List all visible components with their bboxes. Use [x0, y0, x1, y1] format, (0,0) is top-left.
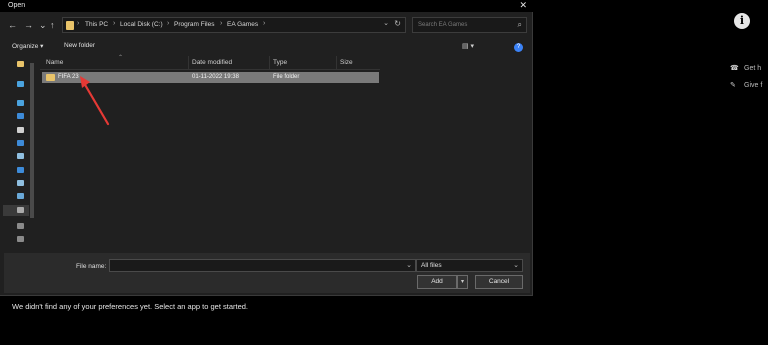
refresh-icon[interactable]: ↻: [394, 19, 401, 28]
file-name-input[interactable]: ⌄: [109, 259, 416, 272]
file-list: Name ⌃ Date modified Type Size FIFA 23 0…: [40, 55, 380, 252]
side-link-label: Give f: [744, 82, 763, 89]
file-row-fifa-23[interactable]: FIFA 23 01-11-2022 19:38 File folder: [42, 72, 379, 83]
network-drive-icon[interactable]: [17, 223, 24, 229]
file-type-dropdown-icon[interactable]: ⌄: [513, 261, 519, 269]
onedrive-icon[interactable]: [17, 81, 24, 87]
drive-icon[interactable]: [17, 193, 24, 199]
local-disk-icon[interactable]: [17, 207, 24, 213]
organize-menu[interactable]: Organize ▾: [12, 42, 43, 50]
column-type[interactable]: Type: [273, 59, 287, 66]
folder-icon: [46, 74, 55, 81]
this-pc-icon[interactable]: [17, 100, 24, 106]
column-name[interactable]: Name: [46, 59, 63, 66]
column-divider[interactable]: [336, 56, 337, 70]
feedback-icon: ✎: [730, 82, 736, 89]
help-icon[interactable]: ?: [514, 43, 523, 52]
dialog-title: Open: [8, 2, 26, 9]
breadcrumb-separator: ›: [220, 20, 223, 27]
file-name-dropdown-icon[interactable]: ⌄: [406, 261, 412, 269]
quick-access-icon[interactable]: [17, 61, 24, 67]
column-date-modified[interactable]: Date modified: [192, 59, 232, 66]
command-toolbar: Organize ▾ New folder ▤ ▾ ?: [0, 40, 533, 54]
recent-locations-chevron-icon[interactable]: ⌄: [39, 20, 47, 31]
pictures-icon[interactable]: [17, 167, 24, 173]
address-bar[interactable]: › This PC › Local Disk (C:) › Program Fi…: [62, 17, 406, 33]
documents-icon[interactable]: [17, 127, 24, 133]
folder-icon: [66, 21, 74, 30]
help-icon: ☎: [730, 65, 739, 72]
up-arrow-icon[interactable]: ↑: [50, 20, 55, 30]
breadcrumb-program-files[interactable]: Program Files: [174, 21, 214, 28]
sort-chevron-icon: ⌃: [118, 55, 124, 61]
file-type-value: All files: [421, 262, 442, 269]
breadcrumb-separator: ›: [263, 20, 266, 27]
file-name: FIFA 23: [58, 74, 79, 80]
column-header-row: Name ⌃ Date modified Type Size: [40, 55, 380, 70]
back-arrow-icon[interactable]: ←: [8, 20, 17, 30]
breadcrumb-separator: ›: [113, 20, 116, 27]
search-box[interactable]: Search EA Games ⌕: [412, 17, 527, 33]
dialog-footer: File name: ⌄ All files ⌄ Add ▾ Cancel: [4, 253, 530, 293]
music-icon[interactable]: [17, 153, 24, 159]
side-link-give-feedback[interactable]: ✎ Give f: [730, 81, 762, 89]
navigation-pane: [3, 55, 35, 253]
file-date-modified: 01-11-2022 19:38: [192, 74, 239, 80]
add-split-dropdown-icon[interactable]: ▾: [457, 275, 468, 289]
info-icon[interactable]: i: [734, 13, 750, 29]
downloads-icon[interactable]: [17, 140, 24, 146]
videos-icon[interactable]: [17, 180, 24, 186]
cancel-button[interactable]: Cancel: [475, 275, 523, 289]
column-size[interactable]: Size: [340, 59, 353, 66]
address-dropdown-icon[interactable]: ⌄: [383, 19, 389, 27]
add-button[interactable]: Add: [417, 275, 457, 289]
desktop-icon[interactable]: [17, 113, 24, 119]
file-type: File folder: [273, 74, 300, 80]
nav-pane-scrollbar[interactable]: [30, 63, 34, 218]
new-folder-button[interactable]: New folder: [64, 42, 95, 49]
column-divider[interactable]: [188, 56, 189, 70]
view-options-icon[interactable]: ▤ ▾: [462, 42, 474, 50]
open-dialog: Open ✕ ← → ⌄ ↑ › This PC › Local Disk (C…: [0, 0, 533, 296]
side-link-get-help[interactable]: ☎ Get h: [730, 64, 761, 72]
search-placeholder: Search EA Games: [418, 22, 468, 28]
empty-preferences-message: We didn't find any of your preferences y…: [12, 302, 249, 311]
breadcrumb-ea-games[interactable]: EA Games: [227, 21, 258, 28]
breadcrumb-separator: ›: [167, 20, 170, 27]
close-icon[interactable]: ✕: [519, 0, 527, 11]
network-icon[interactable]: [17, 236, 24, 242]
selected-drive-item[interactable]: [3, 205, 29, 216]
title-bar: Open ✕: [0, 0, 533, 12]
file-type-select[interactable]: All files ⌄: [416, 259, 523, 272]
file-name-label: File name:: [76, 263, 107, 270]
breadcrumb-this-pc[interactable]: This PC: [85, 21, 108, 28]
side-link-label: Get h: [744, 65, 762, 72]
search-icon: ⌕: [517, 20, 522, 29]
breadcrumb-local-disk[interactable]: Local Disk (C:): [120, 21, 163, 28]
breadcrumb-separator: ›: [77, 20, 80, 27]
forward-arrow-icon[interactable]: →: [24, 20, 33, 30]
column-divider[interactable]: [269, 56, 270, 70]
